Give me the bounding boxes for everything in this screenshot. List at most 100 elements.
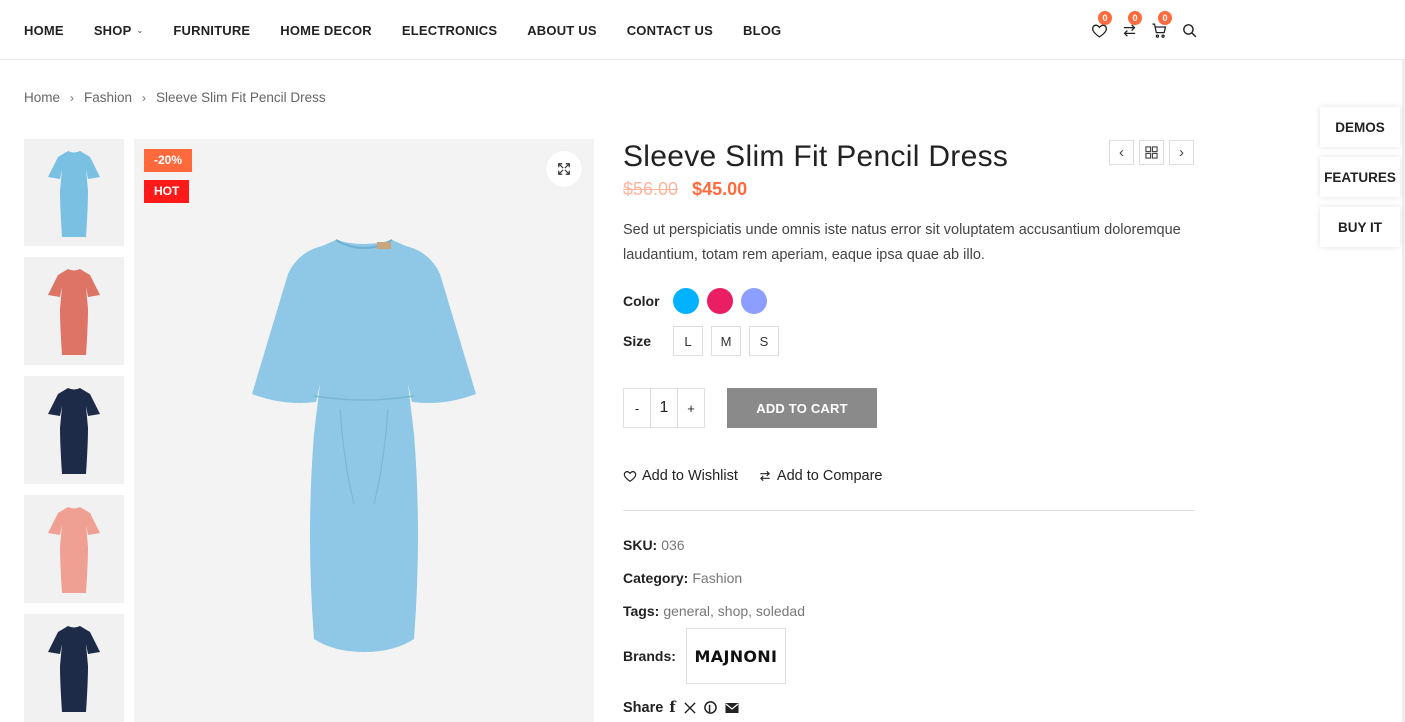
brand-logo[interactable]: MAJNONI bbox=[685, 628, 786, 684]
features-button[interactable]: FEATURES bbox=[1320, 157, 1400, 197]
sale-badge: -20% bbox=[144, 149, 193, 172]
header-icons: 0 0 0 bbox=[1084, 11, 1204, 42]
nav-home-decor[interactable]: HOME DECOR bbox=[280, 23, 372, 38]
product-navigation: ‹ › bbox=[1104, 140, 1194, 165]
dress-image bbox=[252, 239, 476, 652]
share-row: Share f bbox=[623, 699, 1194, 716]
old-price: $56.00 bbox=[623, 179, 679, 199]
add-to-cart-row: - 1 + ADD TO CART bbox=[623, 388, 1194, 428]
tags-label: Tags: bbox=[623, 603, 660, 619]
share-label: Share bbox=[623, 699, 664, 716]
sku-label: SKU: bbox=[623, 537, 658, 553]
size-option-s[interactable]: S bbox=[749, 326, 779, 356]
next-product-button[interactable]: › bbox=[1169, 140, 1194, 165]
dress-image bbox=[48, 269, 100, 355]
chevron-right-icon: › bbox=[1179, 144, 1184, 161]
size-option-l[interactable]: L bbox=[673, 326, 703, 356]
qty-increase-button[interactable]: + bbox=[678, 389, 704, 427]
chevron-right-icon: › bbox=[70, 90, 75, 105]
sku-value: 036 bbox=[661, 537, 685, 553]
nav-electronics[interactable]: ELECTRONICS bbox=[402, 23, 497, 38]
category-row: Category: Fashion bbox=[623, 570, 1194, 586]
qty-input[interactable]: 1 bbox=[650, 389, 678, 427]
thumbnail-2[interactable] bbox=[24, 257, 124, 365]
grid-icon bbox=[1145, 146, 1158, 159]
email-icon[interactable] bbox=[725, 702, 739, 714]
nav-furniture[interactable]: FURNITURE bbox=[173, 23, 250, 38]
prev-product-button[interactable]: ‹ bbox=[1109, 140, 1134, 165]
breadcrumb-home[interactable]: Home bbox=[24, 90, 60, 105]
thumbnail-3[interactable] bbox=[24, 376, 124, 484]
wishlist-icon[interactable]: 0 bbox=[1084, 11, 1114, 42]
breadcrumb: Home › Fashion › Sleeve Slim Fit Pencil … bbox=[24, 90, 326, 105]
pinterest-icon[interactable] bbox=[703, 701, 717, 714]
cart-icon[interactable]: 0 bbox=[1144, 11, 1174, 42]
category-link[interactable]: Fashion bbox=[692, 570, 742, 586]
x-twitter-icon[interactable] bbox=[683, 701, 696, 714]
size-option-m[interactable]: M bbox=[711, 326, 741, 356]
search-icon[interactable] bbox=[1174, 18, 1204, 42]
chevron-down-icon: ⌄ bbox=[136, 25, 144, 35]
dress-image bbox=[48, 626, 100, 712]
compare-icon[interactable]: 0 bbox=[1114, 11, 1144, 42]
tags-row: Tags: general, shop, soledad bbox=[623, 603, 1194, 619]
brands-label: Brands: bbox=[623, 648, 676, 664]
add-to-cart-button[interactable]: ADD TO CART bbox=[727, 388, 877, 428]
color-selector: Color bbox=[623, 288, 1194, 314]
chevron-right-icon: › bbox=[142, 90, 147, 105]
add-to-compare-link[interactable]: Add to Compare bbox=[758, 468, 883, 484]
price: $56.00 $45.00 bbox=[623, 179, 1194, 200]
sku-row: SKU: 036 bbox=[623, 537, 1194, 553]
product-summary: Sleeve Slim Fit Pencil Dress ‹ › $56.00 … bbox=[623, 138, 1194, 716]
wishlist-compare-row: Add to Wishlist Add to Compare bbox=[623, 468, 1194, 484]
product-description: Sed ut perspiciatis unde omnis iste natu… bbox=[623, 222, 1181, 263]
breadcrumb-fashion[interactable]: Fashion bbox=[84, 90, 132, 105]
nav-shop[interactable]: SHOP ⌄ bbox=[94, 23, 144, 38]
product-meta: SKU: 036 Category: Fashion Tags: general… bbox=[623, 537, 1194, 716]
thumbnail-4[interactable] bbox=[24, 495, 124, 603]
facebook-icon[interactable]: f bbox=[669, 699, 675, 716]
compare-icon bbox=[759, 470, 770, 482]
side-panel: DEMOS FEATURES BUY IT bbox=[1320, 107, 1400, 257]
compare-count-badge: 0 bbox=[1128, 11, 1142, 25]
cart-count-badge: 0 bbox=[1158, 11, 1172, 25]
demos-button[interactable]: DEMOS bbox=[1320, 107, 1400, 147]
divider bbox=[623, 510, 1194, 511]
main-nav: HOME SHOP ⌄ FURNITURE HOME DECOR ELECTRON… bbox=[24, 0, 811, 60]
dress-image bbox=[48, 507, 100, 593]
qty-decrease-button[interactable]: - bbox=[624, 389, 650, 427]
buy-it-button[interactable]: BUY IT bbox=[1320, 207, 1400, 247]
hot-badge: HOT bbox=[144, 180, 190, 203]
dress-image bbox=[48, 150, 100, 237]
size-label: Size bbox=[623, 333, 652, 349]
add-to-wishlist-link[interactable]: Add to Wishlist bbox=[623, 468, 738, 484]
color-swatch-lavender[interactable] bbox=[741, 288, 767, 314]
wishlist-count-badge: 0 bbox=[1098, 11, 1112, 25]
quantity-stepper: - 1 + bbox=[623, 388, 705, 428]
color-swatch-pink[interactable] bbox=[707, 288, 733, 314]
nav-contact-us[interactable]: CONTACT US bbox=[627, 23, 713, 38]
sale-price: $45.00 bbox=[692, 179, 748, 199]
category-label: Category: bbox=[623, 570, 689, 586]
nav-blog[interactable]: BLOG bbox=[743, 23, 781, 38]
zoom-icon[interactable] bbox=[546, 151, 582, 187]
chevron-left-icon: ‹ bbox=[1119, 144, 1124, 161]
tags-links[interactable]: general, shop, soledad bbox=[663, 603, 805, 619]
grid-view-button[interactable] bbox=[1139, 140, 1164, 165]
thumbnail-list bbox=[24, 139, 124, 722]
nav-home[interactable]: HOME bbox=[24, 23, 64, 38]
thumbnail-5[interactable] bbox=[24, 614, 124, 722]
color-swatch-blue[interactable] bbox=[673, 288, 699, 314]
compare-label: Add to Compare bbox=[776, 468, 883, 484]
main-product-image[interactable]: -20% HOT bbox=[134, 139, 594, 722]
heart-icon bbox=[623, 471, 637, 482]
site-header: HOME SHOP ⌄ FURNITURE HOME DECOR ELECTRON… bbox=[0, 0, 1405, 60]
brands-row: Brands: MAJNONI bbox=[623, 628, 1194, 684]
size-selector: Size L M S bbox=[623, 326, 1194, 356]
breadcrumb-current: Sleeve Slim Fit Pencil Dress bbox=[156, 90, 326, 105]
dress-image bbox=[48, 388, 100, 474]
wishlist-label: Add to Wishlist bbox=[642, 468, 738, 484]
color-label: Color bbox=[623, 293, 660, 309]
thumbnail-1[interactable] bbox=[24, 139, 124, 246]
nav-about-us[interactable]: ABOUT US bbox=[527, 23, 597, 38]
